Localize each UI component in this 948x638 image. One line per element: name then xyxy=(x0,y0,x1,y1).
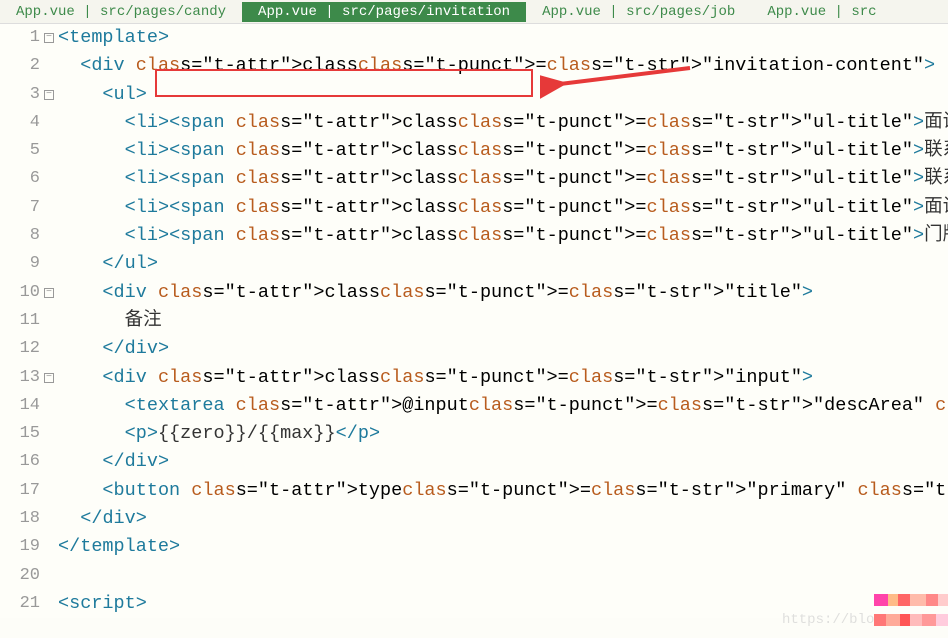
code-line[interactable]: <div class="t-attr">classclass="t-punct"… xyxy=(58,279,948,307)
code-line[interactable]: <p>{{zero}}/{{max}}</p> xyxy=(58,420,948,448)
code-line[interactable]: <li><span class="t-attr">classclass="t-p… xyxy=(58,222,948,250)
code-line[interactable]: </div> xyxy=(58,505,948,533)
line-number: 15 xyxy=(0,420,54,448)
editor: 1−23−45678910−111213−1415161718192021 <t… xyxy=(0,24,948,618)
line-number: 11 xyxy=(0,307,54,335)
line-number: 9 xyxy=(0,250,54,278)
tab-src[interactable]: App.vue | src xyxy=(751,2,892,22)
code-line[interactable]: 备注 xyxy=(58,307,948,335)
fold-icon[interactable]: − xyxy=(44,373,54,383)
line-number: 8 xyxy=(0,222,54,250)
line-number: 13− xyxy=(0,364,54,392)
tab-invitation[interactable]: App.vue | src/pages/invitation xyxy=(242,2,526,22)
pixel-censor xyxy=(874,592,948,632)
fold-icon[interactable]: − xyxy=(44,90,54,100)
code-area[interactable]: <template> <div class="t-attr">classclas… xyxy=(58,24,948,618)
tab-bar: App.vue | src/pages/candy App.vue | src/… xyxy=(0,0,948,24)
line-number: 16 xyxy=(0,448,54,476)
fold-icon[interactable]: − xyxy=(44,33,54,43)
fold-icon[interactable]: − xyxy=(44,288,54,298)
code-line[interactable] xyxy=(58,562,948,590)
tab-candy[interactable]: App.vue | src/pages/candy xyxy=(0,2,242,22)
code-line[interactable]: </div> xyxy=(58,335,948,363)
tab-job[interactable]: App.vue | src/pages/job xyxy=(526,2,751,22)
code-line[interactable]: </div> xyxy=(58,448,948,476)
line-number: 7 xyxy=(0,194,54,222)
line-number: 1− xyxy=(0,24,54,52)
line-number: 17 xyxy=(0,477,54,505)
line-number: 2 xyxy=(0,52,54,80)
code-line[interactable]: <button class="t-attr">typeclass="t-punc… xyxy=(58,477,948,505)
line-number: 5 xyxy=(0,137,54,165)
line-number: 12 xyxy=(0,335,54,363)
code-line[interactable]: <template> xyxy=(58,24,948,52)
code-line[interactable]: <li><span class="t-attr">classclass="t-p… xyxy=(58,194,948,222)
code-line[interactable]: </template> xyxy=(58,533,948,561)
code-line[interactable]: <div class="t-attr">classclass="t-punct"… xyxy=(58,52,948,80)
line-number: 6 xyxy=(0,165,54,193)
line-number: 20 xyxy=(0,562,54,590)
code-line[interactable]: <textarea class="t-attr">@inputclass="t-… xyxy=(58,392,948,420)
code-line[interactable]: </ul> xyxy=(58,250,948,278)
code-line[interactable]: <ul> xyxy=(58,81,948,109)
code-line[interactable]: <li><span class="t-attr">classclass="t-p… xyxy=(58,165,948,193)
line-number: 19 xyxy=(0,533,54,561)
line-number: 14 xyxy=(0,392,54,420)
line-number: 18 xyxy=(0,505,54,533)
line-number: 4 xyxy=(0,109,54,137)
line-number: 21 xyxy=(0,590,54,618)
line-number: 10− xyxy=(0,279,54,307)
code-line[interactable]: <li><span class="t-attr">classclass="t-p… xyxy=(58,137,948,165)
code-line[interactable]: <li><span class="t-attr">classclass="t-p… xyxy=(58,109,948,137)
code-line[interactable]: <div class="t-attr">classclass="t-punct"… xyxy=(58,364,948,392)
line-number: 3− xyxy=(0,81,54,109)
gutter: 1−23−45678910−111213−1415161718192021 xyxy=(0,24,58,618)
